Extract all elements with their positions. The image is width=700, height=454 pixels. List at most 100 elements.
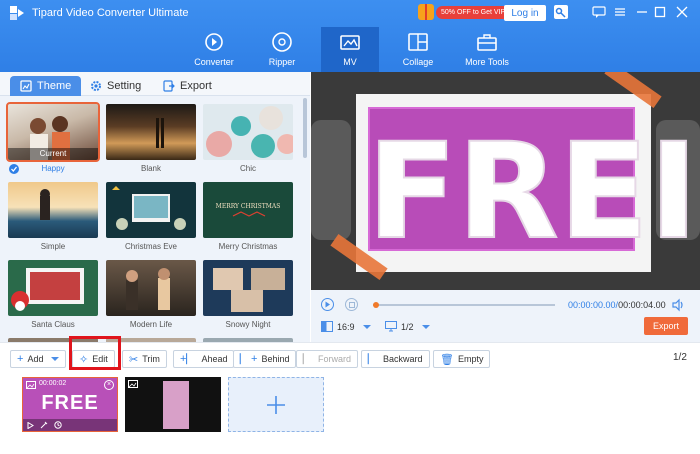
scissors-icon: ✂ <box>129 353 139 366</box>
add-clip-button[interactable] <box>228 377 324 432</box>
theme-thumbnail <box>203 104 293 160</box>
mv-icon <box>339 31 361 53</box>
gift-icon <box>418 4 434 20</box>
panel-tabs: Theme Setting Export <box>0 72 310 96</box>
theme-icon <box>20 80 32 92</box>
theme-christmas-eve[interactable]: Christmas Eve <box>106 182 196 251</box>
tab-converter[interactable]: Converter <box>185 27 243 72</box>
clock-icon[interactable] <box>54 421 62 429</box>
clip-text: FREE <box>41 392 99 414</box>
menu-icon[interactable] <box>611 3 629 21</box>
title-bar: Tipard Video Converter Ultimate 50% OFF … <box>0 0 700 72</box>
tab-export[interactable]: Export <box>163 76 212 96</box>
add-button[interactable]: + Add <box>10 350 67 368</box>
image-icon <box>26 381 36 389</box>
tab-label: Setting <box>107 80 142 92</box>
converter-icon <box>203 31 225 53</box>
feedback-icon[interactable] <box>590 3 608 21</box>
tab-collage[interactable]: Collage <box>389 27 447 72</box>
theme-snowy-night[interactable]: Snowy Night <box>203 260 293 329</box>
export-button[interactable]: Export <box>644 317 688 335</box>
empty-label: Empty <box>457 354 484 364</box>
progress-handle[interactable] <box>373 302 379 308</box>
theme-simple[interactable]: Simple <box>8 182 98 251</box>
tab-ripper[interactable]: Ripper <box>253 27 311 72</box>
theme-label: Merry Christmas <box>218 242 278 251</box>
progress-bar[interactable] <box>373 302 555 308</box>
current-time: 00:00:00.00 <box>568 300 616 310</box>
tab-theme[interactable]: Theme <box>10 76 82 96</box>
login-button[interactable]: Log in <box>504 5 546 21</box>
theme-grid: Current Happy Blank Chic Simple Christma… <box>0 98 304 342</box>
backward-button[interactable]: ⎸ Backward <box>361 350 430 368</box>
theme-santa-claus[interactable]: Santa Claus <box>8 260 98 329</box>
ahead-label: Ahead <box>201 354 228 364</box>
disc-icon <box>271 31 293 53</box>
theme-label: Blank <box>140 164 161 173</box>
aspect-ratio-select[interactable]: 16:9 <box>321 321 371 332</box>
theme-thumbnail <box>8 260 98 316</box>
forward-icon: ⎸ <box>303 352 314 365</box>
tab-setting[interactable]: Setting <box>90 76 141 96</box>
play-icon[interactable] <box>27 421 34 429</box>
theme-chic[interactable]: Chic <box>203 104 293 173</box>
playback-controls: 00:00:00.00/00:00:04.00 16:9 1/2 Export <box>311 290 700 342</box>
tab-label: Export <box>180 80 212 92</box>
play-button[interactable] <box>321 298 334 311</box>
empty-button[interactable]: 🗑 Empty <box>433 350 491 368</box>
tab-label: MV <box>343 57 357 67</box>
behind-label: Behind <box>261 354 290 364</box>
screen-page-value: 1/2 <box>401 321 414 332</box>
tab-label: More Tools <box>465 57 509 67</box>
trim-label: Trim <box>142 354 160 364</box>
edit-label: Edit <box>92 354 108 364</box>
stop-button[interactable] <box>345 298 358 311</box>
volume-icon[interactable] <box>671 298 685 312</box>
theme-label: Modern Life <box>129 320 173 329</box>
theme-thumbnail: Current <box>6 102 100 162</box>
key-icon[interactable] <box>552 3 570 21</box>
edit-toolbar: + Add ✧ Edit ✂ Trim +⎸ Ahead ⎸+ Behind ⎸… <box>0 342 700 374</box>
toolbox-icon <box>476 31 498 53</box>
total-time: 00:00:04.00 <box>618 300 666 310</box>
tab-mv[interactable]: MV <box>321 27 379 72</box>
gear-icon <box>91 81 101 91</box>
image-icon <box>128 380 138 388</box>
clip-thumbnail <box>163 381 189 429</box>
tab-more-tools[interactable]: More Tools <box>457 27 517 72</box>
plus-icon: + <box>17 353 24 365</box>
maximize-icon[interactable] <box>651 3 669 21</box>
remove-clip-icon[interactable]: × <box>104 380 114 390</box>
theme-blank[interactable]: Blank <box>106 104 196 173</box>
close-icon[interactable] <box>673 3 691 21</box>
magic-wand-icon[interactable] <box>40 421 48 429</box>
trash-icon: 🗑 <box>440 353 454 366</box>
theme-thumbnail: MERRY CHRISTMAS <box>203 182 293 238</box>
theme-scrollbar[interactable] <box>303 98 307 158</box>
video-preview: FREI <box>311 72 700 290</box>
theme-thumbnail <box>106 260 196 316</box>
app-logo-icon <box>10 6 24 20</box>
aspect-ratio-icon <box>321 321 333 332</box>
edit-button[interactable]: ✧ Edit <box>72 350 115 368</box>
tab-label: Theme <box>37 80 72 92</box>
current-badge: Current <box>8 148 98 160</box>
timeline-clip[interactable]: 00:00:02 × FREE <box>22 377 118 432</box>
behind-icon: ⎸+ <box>240 352 258 365</box>
theme-thumbnail <box>106 104 196 160</box>
screen-page-select[interactable]: 1/2 <box>385 321 430 332</box>
forward-label: Forward <box>318 354 352 364</box>
export-icon <box>163 80 175 92</box>
theme-modern-life[interactable]: Modern Life <box>106 260 196 329</box>
vip-promo-badge[interactable]: 50% OFF to Get VIP <box>418 4 511 20</box>
theme-merry-christmas[interactable]: MERRY CHRISTMAS Merry Christmas <box>203 182 293 251</box>
forward-button[interactable]: ⎸ Forward <box>296 350 359 368</box>
timeline-clip[interactable] <box>125 377 221 432</box>
behind-button[interactable]: ⎸+ Behind <box>233 350 297 368</box>
theme-label: Snowy Night <box>225 320 271 329</box>
ahead-button[interactable]: +⎸ Ahead <box>173 350 235 368</box>
minimize-icon[interactable] <box>633 3 651 21</box>
theme-happy[interactable]: Current Happy <box>6 102 100 173</box>
timeline: 00:00:02 × FREE <box>0 374 700 454</box>
trim-button[interactable]: ✂ Trim <box>122 350 167 368</box>
